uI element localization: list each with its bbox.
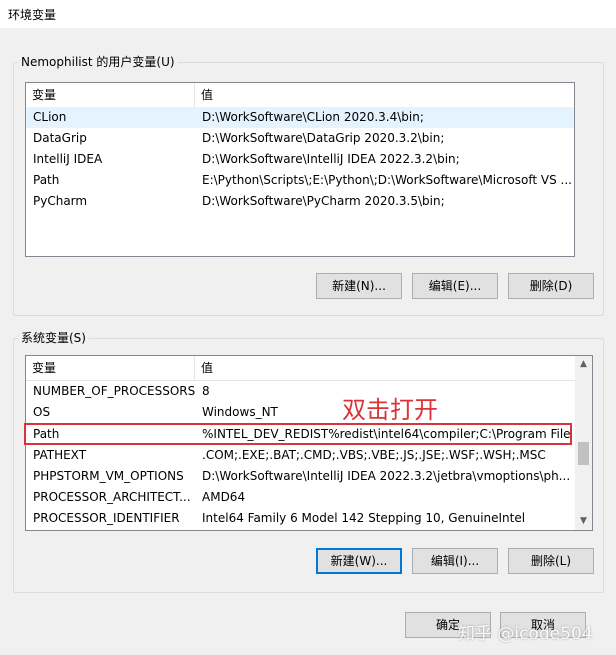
row-value: D:\WorkSoftware\CLion 2020.3.4\bin;: [202, 110, 424, 124]
row-variable: Path: [33, 173, 60, 187]
user-new-button[interactable]: 新建(N)...: [316, 273, 402, 299]
table-row[interactable]: OS Windows_NT: [26, 402, 575, 423]
row-value: D:\WorkSoftware\IntelliJ IDEA 2022.3.2\j…: [202, 469, 571, 483]
row-value: Intel64 Family 6 Model 142 Stepping 10, …: [202, 511, 526, 525]
annotation-text: 双击打开: [342, 396, 438, 424]
row-value: E:\Python\Scripts\;E:\Python\;D:\WorkSof…: [202, 173, 572, 187]
list-header: 变量 值: [26, 356, 575, 381]
user-vars-label: Nemophilist 的用户变量(U): [18, 55, 178, 69]
row-variable: PROCESSOR_IDENTIFIER: [33, 511, 180, 525]
window-title: 环境变量: [8, 8, 57, 22]
user-delete-button[interactable]: 删除(D): [508, 273, 594, 299]
row-variable: PROCESSOR_ARCHITECT...: [33, 490, 191, 504]
column-header-value[interactable]: 值: [194, 83, 574, 107]
row-variable: PATHEXT: [33, 448, 87, 462]
system-new-button[interactable]: 新建(W)...: [316, 548, 402, 574]
watermark-text: 知乎 @icode504: [458, 624, 593, 644]
scroll-down-icon[interactable]: ▼: [575, 513, 592, 530]
row-value: AMD64: [202, 490, 246, 504]
system-edit-button[interactable]: 编辑(I)...: [412, 548, 498, 574]
list-header: 变量 值: [26, 83, 574, 108]
table-row[interactable]: PHPSTORM_VM_OPTIONS D:\WorkSoftware\Inte…: [26, 466, 575, 487]
row-variable: PyCharm: [33, 194, 88, 208]
row-value: D:\WorkSoftware\PyCharm 2020.3.5\bin;: [202, 194, 445, 208]
row-value: D:\WorkSoftware\IntelliJ IDEA 2022.3.2\b…: [202, 152, 460, 166]
vertical-scrollbar[interactable]: ▲ ▼: [575, 356, 592, 530]
row-variable: CLion: [33, 110, 67, 124]
row-value: D:\WorkSoftware\DataGrip 2020.3.2\bin;: [202, 131, 445, 145]
table-row[interactable]: IntelliJ IDEA D:\WorkSoftware\IntelliJ I…: [26, 149, 574, 170]
column-header-variable[interactable]: 变量: [26, 356, 194, 380]
scroll-thumb[interactable]: [578, 442, 589, 465]
table-row[interactable]: PROCESSOR_ARCHITECT... AMD64: [26, 487, 575, 508]
system-vars-label: 系统变量(S): [18, 331, 89, 345]
row-variable: DataGrip: [33, 131, 87, 145]
scroll-up-icon[interactable]: ▲: [575, 356, 592, 373]
user-edit-button[interactable]: 编辑(E)...: [412, 273, 498, 299]
table-row[interactable]: PROCESSOR_IDENTIFIER Intel64 Family 6 Mo…: [26, 508, 575, 529]
system-delete-button[interactable]: 删除(L): [508, 548, 594, 574]
row-variable: NUMBER_OF_PROCESSORS: [33, 384, 195, 398]
row-variable: IntelliJ IDEA: [33, 152, 103, 166]
table-row[interactable]: NUMBER_OF_PROCESSORS 8: [26, 381, 575, 402]
table-row[interactable]: PyCharm D:\WorkSoftware\PyCharm 2020.3.5…: [26, 191, 574, 212]
row-value: .COM;.EXE;.BAT;.CMD;.VBS;.VBE;.JS;.JSE;.…: [202, 448, 546, 462]
table-row[interactable]: DataGrip D:\WorkSoftware\DataGrip 2020.3…: [26, 128, 574, 149]
table-row[interactable]: Path E:\Python\Scripts\;E:\Python\;D:\Wo…: [26, 170, 574, 191]
table-row[interactable]: PATHEXT .COM;.EXE;.BAT;.CMD;.VBS;.VBE;.J…: [26, 445, 575, 466]
row-variable: OS: [33, 405, 51, 419]
title-bar: 环境变量: [0, 0, 616, 28]
column-header-variable[interactable]: 变量: [26, 83, 194, 107]
table-row[interactable]: CLion D:\WorkSoftware\CLion 2020.3.4\bin…: [26, 107, 574, 128]
column-header-value[interactable]: 值: [194, 356, 575, 380]
user-vars-list[interactable]: 变量 值 CLion D:\WorkSoftware\CLion 2020.3.…: [25, 82, 575, 257]
path-highlight-box: [24, 423, 572, 445]
row-variable: PHPSTORM_VM_OPTIONS: [33, 469, 184, 483]
